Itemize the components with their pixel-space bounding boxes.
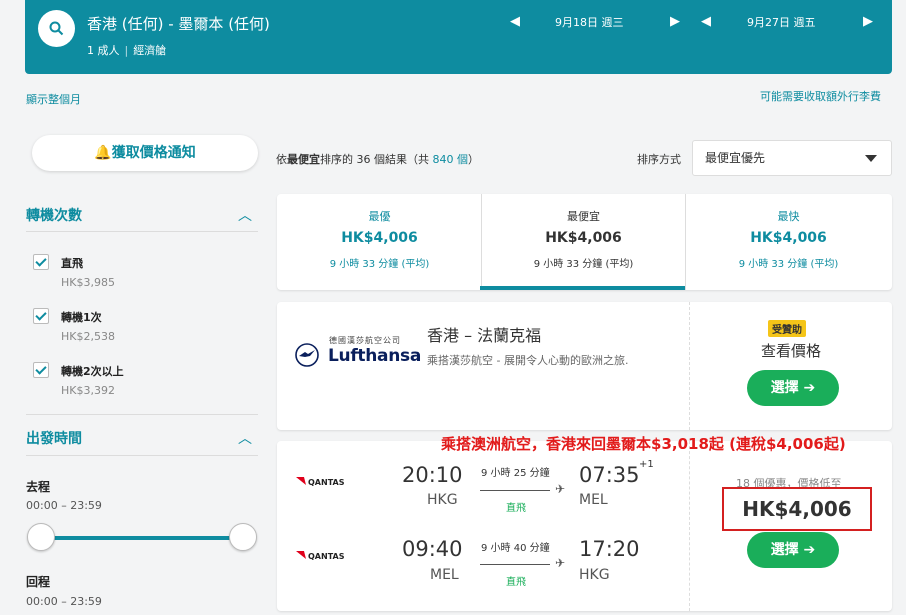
lufthansa-crane-icon — [295, 343, 319, 367]
sort-label: 排序方式 — [637, 153, 681, 166]
inbound-stops: 直飛 — [506, 577, 526, 588]
flight-price: HK$4,006 — [722, 487, 872, 531]
stop-label-one-stop: 轉機1次 — [61, 311, 102, 324]
qantas-logo-icon: QANTAS — [296, 477, 345, 487]
outbound-time-slider-track[interactable] — [40, 536, 243, 540]
chevron-up-icon[interactable]: ︿ — [238, 205, 252, 225]
total-results-link[interactable]: 840 個 — [433, 153, 469, 166]
route-line — [480, 490, 550, 491]
checkbox-direct[interactable] — [33, 254, 49, 270]
view-price-label: 查看價格 — [761, 342, 822, 360]
sponsored-badge: 受贊助 — [768, 320, 806, 337]
inbound-depart-time: 09:40 — [402, 537, 463, 561]
next-day-indicator: +1 — [639, 459, 654, 470]
search-icon — [49, 21, 64, 36]
price-alert-button[interactable]: 🔔獲取價格通知 — [32, 135, 258, 171]
cabin-class: 經濟艙 — [133, 44, 167, 57]
times-filter-title[interactable]: 出發時間 — [26, 428, 82, 448]
svg-text:QANTAS: QANTAS — [308, 478, 345, 487]
flight-select-button[interactable]: 選擇 ➔ — [747, 532, 839, 568]
bell-icon: 🔔 — [94, 145, 112, 161]
card-divider — [689, 302, 690, 430]
outbound-depart-airport: HKG — [427, 492, 458, 508]
tab-fastest[interactable]: 最快 HK$4,006 9 小時 33 分鐘 (平均) — [686, 194, 891, 290]
checkbox-one-stop[interactable] — [33, 308, 49, 324]
airline-name-small: 德國漢莎航空公司 — [329, 336, 401, 345]
search-summary-bar[interactable]: 香港 (任何) - 墨爾本 (任何) 1 成人 | 經濟艙 ◀ 9月18日 週三 ▶… — [25, 0, 892, 74]
stop-price-direct: HK$3,985 — [61, 276, 115, 289]
lufthansa-logo: Lufthansa — [328, 346, 422, 366]
slider-end-handle[interactable] — [229, 523, 257, 551]
return-date[interactable]: 9月27日 週五 — [747, 14, 816, 30]
next-return-date-arrow-icon[interactable]: ▶ — [863, 14, 873, 29]
return-time-range: 00:00 – 23:59 — [26, 595, 102, 608]
plane-icon: ✈ — [555, 482, 566, 496]
prev-return-date-arrow-icon[interactable]: ◀ — [701, 14, 711, 29]
route-line — [480, 564, 550, 565]
sort-dropdown[interactable]: 最便宜優先 — [692, 140, 892, 176]
stop-label-direct: 直飛 — [61, 257, 83, 270]
outbound-depart-time: 20:10 — [402, 463, 463, 487]
next-depart-date-arrow-icon[interactable]: ▶ — [670, 14, 680, 29]
tab-best[interactable]: 最優 HK$4,006 9 小時 33 分鐘 (平均) — [277, 194, 482, 290]
outbound-time-label: 去程 — [26, 480, 51, 494]
return-time-label: 回程 — [26, 575, 51, 589]
sort-tabs: 最優 HK$4,006 9 小時 33 分鐘 (平均) 最便宜 HK$4,006… — [277, 194, 892, 290]
route-text: 香港 (任何) - 墨爾本 (任何) — [87, 15, 270, 33]
prev-depart-date-arrow-icon[interactable]: ◀ — [510, 14, 520, 29]
passenger-count: 1 成人 — [87, 44, 120, 57]
extra-fees-link[interactable]: 可能需要收取額外行李費 — [760, 88, 881, 104]
inbound-depart-airport: MEL — [430, 567, 459, 583]
chevron-up-icon[interactable]: ︿ — [238, 428, 252, 448]
inbound-duration: 9 小時 40 分鐘 — [481, 543, 550, 554]
divider — [26, 414, 258, 415]
qantas-logo-icon: QANTAS — [296, 551, 345, 561]
svg-text:QANTAS: QANTAS — [308, 552, 345, 561]
inbound-arrive-airport: HKG — [579, 567, 610, 583]
divider — [26, 455, 258, 456]
outbound-stops: 直飛 — [506, 503, 526, 514]
stop-label-two-plus: 轉機2次以上 — [61, 365, 124, 378]
depart-date[interactable]: 9月18日 週三 — [555, 14, 624, 30]
stops-filter-title[interactable]: 轉機次數 — [26, 205, 82, 225]
plane-icon: ✈ — [555, 556, 566, 570]
search-button[interactable] — [38, 10, 75, 47]
ad-title: 香港 – 法蘭克福 — [427, 326, 542, 345]
card-divider — [689, 441, 690, 611]
checkbox-two-plus-stops[interactable] — [33, 362, 49, 378]
ad-subtitle: 乘搭漢莎航空 - 展開令人心動的歐洲之旅. — [427, 354, 629, 367]
active-tab-indicator — [480, 286, 685, 290]
stop-price-one-stop: HK$2,538 — [61, 330, 115, 343]
flight-result-card[interactable]: QANTAS 20:10 HKG 9 小時 25 分鐘 ✈ 直飛 07:35 +… — [277, 441, 892, 611]
show-month-link[interactable]: 顯示整個月 — [26, 91, 81, 107]
slider-start-handle[interactable] — [27, 523, 55, 551]
tab-cheapest[interactable]: 最便宜 HK$4,006 9 小時 33 分鐘 (平均) — [481, 194, 686, 290]
outbound-time-range: 00:00 – 23:59 — [26, 499, 102, 512]
ad-select-button[interactable]: 選擇 ➔ — [747, 370, 839, 406]
divider — [26, 231, 258, 232]
sponsored-ad-card[interactable]: 德國漢莎航空公司 Lufthansa 香港 – 法蘭克福 乘搭漢莎航空 - 展開… — [277, 302, 892, 430]
stop-price-two-plus: HK$3,392 — [61, 384, 115, 397]
outbound-duration: 9 小時 25 分鐘 — [481, 468, 550, 479]
promo-annotation: 乘搭澳洲航空，香港來回墨爾本$3,018起 (連稅$4,006起) — [441, 435, 846, 453]
outbound-arrive-airport: MEL — [579, 492, 608, 508]
outbound-arrive-time: 07:35 — [579, 463, 640, 487]
chevron-down-icon — [865, 155, 877, 162]
inbound-arrive-time: 17:20 — [579, 537, 640, 561]
results-count: 依最便宜排序的 36 個結果（共 840 個） — [276, 153, 479, 166]
